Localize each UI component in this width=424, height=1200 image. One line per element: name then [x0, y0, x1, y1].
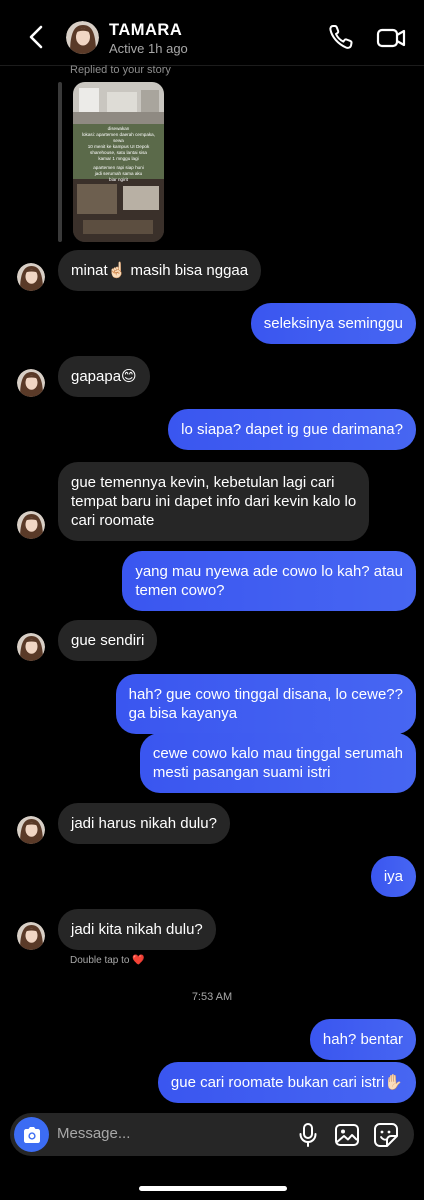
gallery-icon[interactable] [334, 1123, 360, 1147]
timestamp: 7:53 AM [191, 991, 233, 1003]
contact-name[interactable]: TAMARA [109, 21, 182, 40]
message-line: mesti pasangan suami istri [152, 764, 331, 781]
avatar[interactable] [17, 922, 45, 950]
back-arrow-icon[interactable] [24, 22, 50, 52]
message-bubble[interactable]: yang mau nyewa ade cowo lo kah? atau tem… [122, 551, 416, 611]
message-bubble[interactable]: hah? gue cowo tinggal disana, lo cewe?? … [115, 674, 416, 734]
reply-indicator-bar [58, 82, 62, 242]
message-line: ga bisa kayanya [128, 705, 238, 722]
message-bubble[interactable]: gue cari roomate bukan cari istri✋🏻 [157, 1062, 416, 1103]
message-bubble[interactable]: seleksinya seminggu [250, 303, 416, 344]
avatar[interactable] [17, 816, 45, 844]
avatar[interactable] [17, 511, 45, 539]
message-line: cewe cowo kalo mau tinggal serumah [152, 745, 403, 762]
avatar[interactable] [17, 263, 45, 291]
camera-button[interactable] [14, 1117, 49, 1152]
message-line: yang mau nyewa ade cowo lo kah? atau [135, 563, 403, 580]
message-line: cari roomate [71, 512, 155, 529]
camera-icon [23, 1126, 40, 1143]
message-line: tempat baru ini dapet info dari kevin ka… [71, 493, 357, 510]
chat-header: TAMARA Active 1h ago [0, 0, 424, 66]
message-bubble[interactable]: minat☝🏻 masih bisa nggaa [58, 250, 262, 291]
story-thumbnail[interactable]: disewakan lokasi: apartemen daerah cempa… [73, 82, 164, 242]
message-bubble[interactable]: cewe cowo kalo mau tinggal serumah mesti… [139, 733, 416, 793]
message-bubble[interactable]: jadi kita nikah dulu? [58, 909, 216, 950]
message-bubble[interactable]: jadi harus nikah dulu? [58, 803, 230, 844]
message-bubble[interactable]: gapapa😊 [58, 356, 150, 397]
phone-icon[interactable] [327, 22, 355, 52]
message-input[interactable]: Message... [57, 1125, 130, 1142]
message-line: gue temennya kevin, kebetulan lagi cari [71, 474, 335, 491]
message-bubble[interactable]: gue sendiri [58, 620, 158, 661]
home-indicator[interactable] [139, 1186, 287, 1191]
active-status: Active 1h ago [109, 41, 188, 56]
avatar[interactable] [17, 633, 45, 661]
message-line: hah? gue cowo tinggal disana, lo cewe?? [128, 686, 403, 703]
message-composer[interactable]: Message... [10, 1113, 414, 1156]
sticker-icon[interactable] [373, 1122, 399, 1148]
message-bubble[interactable]: gue temennya kevin, kebetulan lagi cari … [58, 462, 370, 541]
message-bubble[interactable]: lo siapa? dapet ig gue darimana? [168, 409, 416, 450]
message-bubble[interactable]: hah? bentar [309, 1019, 416, 1060]
story-text-overlay: disewakan lokasi: apartemen daerah cempa… [77, 126, 160, 183]
video-camera-icon[interactable] [375, 23, 407, 53]
avatar[interactable] [66, 21, 99, 54]
story-text-line: kamar 1 mnggu lagi [98, 156, 139, 161]
story-text-line: biar ngirit [109, 177, 128, 182]
replied-to-story-label: Replied to your story [70, 64, 171, 76]
message-bubble[interactable]: iya [370, 856, 416, 897]
double-tap-hint: Double tap to ❤️ [70, 955, 145, 966]
microphone-icon[interactable] [296, 1122, 320, 1148]
avatar[interactable] [17, 369, 45, 397]
message-line: temen cowo? [135, 582, 225, 599]
story-text-line: lokasi: apartemen daerah cempaka, sewa [81, 132, 156, 143]
